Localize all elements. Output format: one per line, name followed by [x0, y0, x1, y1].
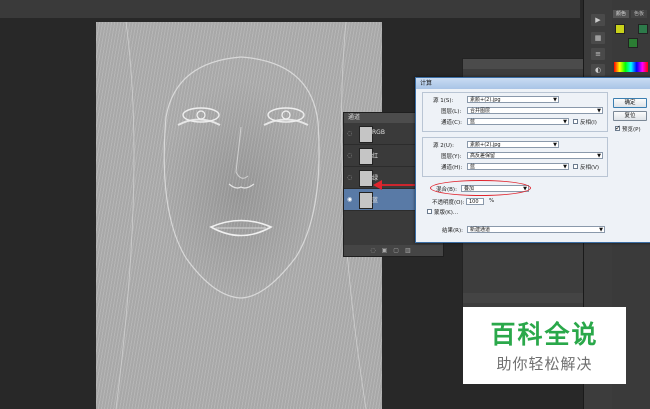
background-swatch[interactable] [628, 38, 638, 48]
face-sketch [115, 22, 367, 409]
source1-layer-select[interactable]: 合并图层 ▼ [467, 107, 603, 114]
chevron-down-icon: ▼ [597, 153, 601, 159]
tab-swatches[interactable]: 色板 [631, 10, 647, 18]
source2-invert-checkbox[interactable] [573, 164, 578, 169]
result-select[interactable]: 新建通道 ▼ [467, 226, 605, 233]
result-label: 结果(R): [442, 228, 463, 234]
check-icon: ✓ [615, 124, 621, 132]
source1-invert-label: 反相(I) [580, 120, 597, 126]
opacity-unit: % [489, 198, 495, 204]
source1-layer-label: 图层(L): [441, 109, 462, 115]
source2-layer-select[interactable]: 高反差保留 ▼ [467, 152, 603, 159]
reset-button[interactable]: 复位 [613, 111, 647, 121]
foreground-swatch[interactable] [615, 24, 625, 34]
channel-thumbnail [359, 126, 373, 143]
source1-label: 源 1(S): [433, 98, 454, 104]
source2-channel-label: 通道(H): [441, 165, 463, 171]
channel-label: RGB [372, 129, 385, 136]
channel-label: 蓝 [372, 197, 379, 204]
chevron-down-icon: ▼ [553, 142, 557, 148]
chevron-down-icon: ▼ [563, 119, 567, 125]
source2-group: 源 2(U): 素颜+(2).jpg ▼ 图层(Y): 高反差保留 ▼ 通道(H):… [422, 137, 608, 177]
color-chip[interactable] [638, 24, 648, 34]
eye-icon[interactable]: ◌ [347, 152, 356, 159]
preview-label: 预览(P) [622, 127, 641, 133]
options-bar [0, 0, 580, 19]
adjust-icon[interactable]: ◐ [591, 64, 605, 76]
source2-invert-label: 反相(V) [580, 165, 600, 171]
chevron-down-icon: ▼ [597, 108, 601, 114]
watermark-subtitle: 助你轻松解决 [496, 355, 593, 373]
layers-icon[interactable]: ≡ [591, 48, 605, 60]
source1-select[interactable]: 素颜+(2).jpg ▼ [467, 96, 559, 103]
chevron-down-icon: ▼ [599, 227, 603, 233]
mask-label: 蒙版(K)... [434, 210, 459, 216]
mask-checkbox[interactable] [427, 209, 432, 214]
ok-button[interactable]: 确定 [613, 98, 647, 108]
color-spectrum[interactable] [614, 62, 648, 72]
histogram-icon[interactable]: ▦ [591, 32, 605, 44]
source1-channel-select[interactable]: 蓝 ▼ [467, 118, 569, 125]
eye-icon[interactable]: ◌ [347, 130, 356, 137]
layers-panel-footer [463, 293, 583, 303]
source1-channel-label: 通道(C): [441, 120, 462, 126]
eye-icon[interactable]: ◌ [347, 174, 356, 181]
source1-group: 源 1(S): 素颜+(2).jpg ▼ 图层(L): 合并图层 ▼ 通道(C): … [422, 92, 608, 132]
play-icon[interactable]: ▶ [591, 14, 605, 26]
watermark-title: 百科全说 [490, 320, 599, 349]
opacity-label: 不透明度(O): [432, 200, 465, 206]
image-canvas[interactable] [96, 22, 382, 409]
channel-thumbnail [359, 148, 373, 165]
watermark: 百科全说 助你轻松解决 [463, 307, 626, 384]
dialog-title: 计算 [416, 78, 650, 89]
channels-panel-footer: ◌▣▢▥ [344, 245, 443, 256]
source2-layer-label: 图层(Y): [441, 154, 462, 160]
chevron-down-icon: ▼ [553, 97, 557, 103]
chevron-down-icon: ▼ [563, 164, 567, 170]
source2-channel-select[interactable]: 蓝 ▼ [467, 163, 569, 170]
eye-icon[interactable]: ◉ [347, 196, 356, 203]
source1-invert-checkbox[interactable] [573, 119, 578, 124]
opacity-input[interactable]: 100 [466, 198, 484, 205]
layers-panel-header [463, 59, 583, 69]
calculations-dialog: 计算 源 1(S): 素颜+(2).jpg ▼ 图层(L): 合并图层 ▼ 通道(C… [415, 77, 650, 243]
annotation-ellipse [430, 180, 531, 196]
channel-thumbnail [359, 192, 373, 209]
source2-label: 源 2(U): [433, 143, 454, 149]
channel-label: 红 [372, 153, 379, 160]
tab-color[interactable]: 颜色 [613, 10, 629, 18]
source2-select[interactable]: 素颜+(2).jpg ▼ [467, 141, 559, 148]
